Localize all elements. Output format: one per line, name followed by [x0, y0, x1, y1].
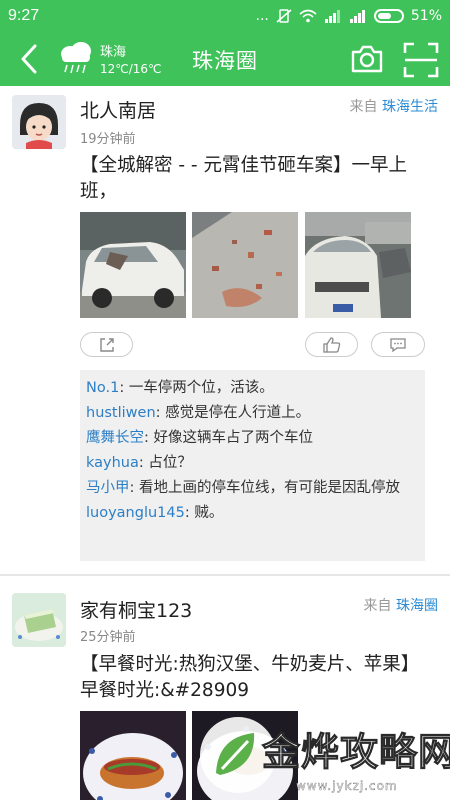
- comment-text: 感觉是停在人行道上。: [165, 405, 311, 421]
- share-button[interactable]: [80, 332, 133, 357]
- status-time: 9:27: [8, 7, 40, 24]
- post-text[interactable]: 【全城解密 - - 元霄佳节砸车案】一早上班，: [80, 153, 430, 205]
- damaged-car-photo[interactable]: [305, 212, 411, 318]
- rubble-photo[interactable]: [192, 212, 298, 318]
- weather-city: 珠海: [100, 45, 127, 60]
- commenter-name[interactable]: luoyanglu145: [86, 505, 185, 521]
- site-watermark: 金烨攻略网 www.jykzj.com: [196, 711, 450, 800]
- avatar[interactable]: [12, 95, 66, 149]
- post-source: 来自 珠海圈: [364, 595, 438, 615]
- comment-item[interactable]: 马小甲: 看地上画的停车位线，有可能是因乱停放: [86, 476, 419, 501]
- watermark-url: www.jykzj.com: [296, 779, 398, 793]
- post-text[interactable]: 【早餐时光:热狗汉堡、牛奶麦片、苹果】早餐时光:&#28909: [80, 652, 430, 704]
- chevron-left-icon: [21, 44, 37, 74]
- comment-item[interactable]: kayhua: 占位？: [86, 451, 419, 476]
- camera-icon: [351, 45, 383, 73]
- comment-item[interactable]: luoyanglu145: 贼。: [86, 501, 419, 526]
- signal-icon-1: [324, 10, 340, 23]
- vibrate-icon: [276, 9, 292, 23]
- back-button[interactable]: [12, 42, 46, 76]
- notification-dots: ...: [255, 8, 269, 24]
- share-icon: [99, 337, 114, 352]
- comment-item[interactable]: 鹰舞长空: 好像这辆车占了两个车位: [86, 426, 419, 451]
- avatar[interactable]: [12, 593, 66, 647]
- source-link[interactable]: 珠海圈: [396, 598, 438, 614]
- source-prefix: 来自: [349, 99, 378, 115]
- battery-percent: 51%: [410, 8, 442, 24]
- signal-icon-2: [349, 10, 365, 23]
- page-title: 珠海圈: [192, 49, 258, 73]
- comment-text: 好像这辆车占了两个车位: [153, 430, 314, 446]
- post-time: 25分钟前: [80, 630, 136, 645]
- thumb-up-icon: [322, 336, 340, 353]
- commenter-name[interactable]: No.1: [86, 380, 119, 396]
- hotdog-photo[interactable]: [80, 711, 186, 800]
- status-icons: ... 51%: [256, 8, 442, 24]
- comment-icon: [390, 337, 406, 352]
- battery-icon: [373, 9, 404, 23]
- post-author[interactable]: 北人南居: [80, 96, 156, 123]
- status-bar: 9:27 ... 51%: [0, 0, 450, 32]
- comment-text: 占位？: [148, 455, 192, 471]
- comment-item[interactable]: No.1: 一车停两个位，活该。: [86, 376, 419, 401]
- source-prefix: 来自: [363, 598, 392, 614]
- scan-icon: [403, 42, 439, 78]
- wifi-icon: [299, 9, 317, 23]
- post-time: 19分钟前: [80, 132, 136, 147]
- commenter-name[interactable]: 鹰舞长空: [86, 430, 144, 446]
- weather-widget[interactable]: 珠海 12℃/16℃: [56, 38, 166, 82]
- comment-text: 看地上画的停车位线，有可能是因乱停放: [139, 480, 400, 496]
- scan-button[interactable]: [402, 41, 440, 79]
- comment-list: No.1: 一车停两个位，活该。 hustliwen: 感觉是停在人行道上。 鹰…: [80, 370, 425, 561]
- camera-button[interactable]: [349, 41, 385, 77]
- cartoon-girl-avatar-icon: [12, 95, 66, 149]
- watermark-name: 金烨攻略网: [261, 730, 450, 775]
- commenter-name[interactable]: 马小甲: [86, 480, 130, 496]
- commenter-name[interactable]: kayhua: [86, 455, 139, 471]
- comment-button[interactable]: [371, 332, 425, 357]
- comment-text: 贼。: [194, 505, 224, 521]
- post-source: 来自 珠海生活: [350, 96, 438, 116]
- cloud-rain-icon: [61, 42, 91, 74]
- weather-temperature: 12℃/16℃: [100, 62, 162, 76]
- comment-item[interactable]: hustliwen: 感觉是停在人行道上。: [86, 401, 419, 426]
- cake-avatar-icon: [12, 593, 66, 647]
- commenter-name[interactable]: hustliwen: [86, 405, 156, 421]
- source-link[interactable]: 珠海生活: [382, 99, 438, 115]
- post-author[interactable]: 家有桐宝123: [80, 596, 192, 623]
- broken-car-photo[interactable]: [80, 212, 186, 318]
- like-button[interactable]: [305, 332, 358, 357]
- feed-post[interactable]: 北人南居 19分钟前 来自 珠海生活 【全城解密 - - 元霄佳节砸车案】一早上…: [0, 86, 450, 574]
- app-bar: 珠海 12℃/16℃ 珠海圈: [0, 32, 450, 86]
- comment-text: 一车停两个位，活该。: [128, 380, 274, 396]
